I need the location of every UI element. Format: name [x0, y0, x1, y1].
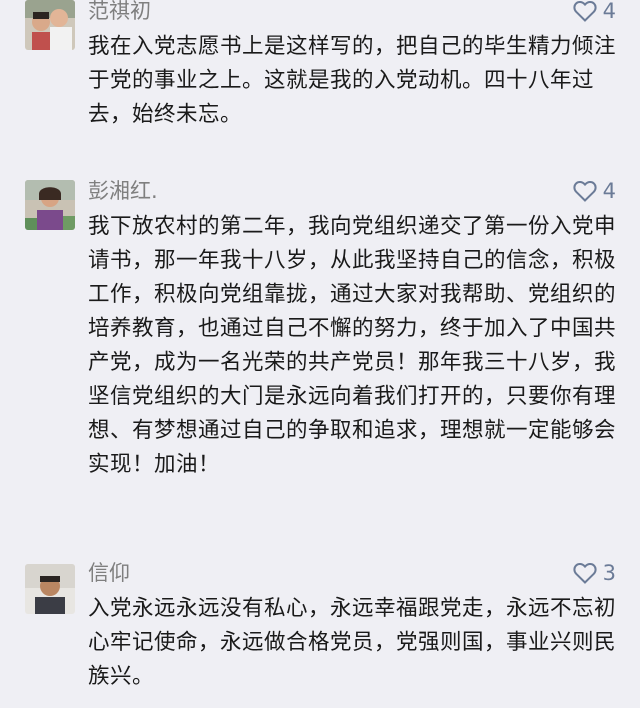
comment-text: 我下放农村的第二年，我向党组织递交了第一份入党申请书，那一年我十八岁，从此我坚持… [88, 214, 617, 477]
comment-item: 彭湘红. 4 我下放农村的第二年，我向党组织递交了第一份入党申请书，那一年我十八… [0, 176, 640, 536]
comment-item: 范祺初 4 我在入党志愿书上是这样写的，把自己的毕生精力倾注于党的事业之上。这就… [0, 0, 640, 150]
comment-text: 入党永远永远没有私心，永远幸福跟党走，永远不忘初心牢记使命，永远做合格党员，党强… [88, 596, 617, 689]
like-button[interactable]: 4 [573, 0, 616, 26]
comment-author-name[interactable]: 范祺初 [88, 0, 151, 26]
like-count: 4 [602, 0, 616, 23]
heart-icon [573, 181, 597, 202]
avatar[interactable] [25, 180, 75, 230]
comment-text: 我在入党志愿书上是这样写的，把自己的毕生精力倾注于党的事业之上。这就是我的入党动… [88, 34, 617, 127]
like-count: 3 [602, 561, 616, 585]
avatar[interactable] [25, 0, 75, 50]
comment-author-name[interactable]: 信仰 [88, 558, 130, 588]
like-count: 4 [602, 179, 616, 203]
comment-author-name[interactable]: 彭湘红. [88, 176, 158, 206]
heart-icon [573, 1, 597, 22]
avatar[interactable] [25, 564, 75, 614]
like-button[interactable]: 4 [573, 176, 616, 206]
like-button[interactable]: 3 [573, 558, 616, 588]
heart-icon [573, 563, 597, 584]
comment-item: 信仰 3 入党永远永远没有私心，永远幸福跟党走，永远不忘初心牢记使命，永远做合格… [0, 558, 640, 708]
